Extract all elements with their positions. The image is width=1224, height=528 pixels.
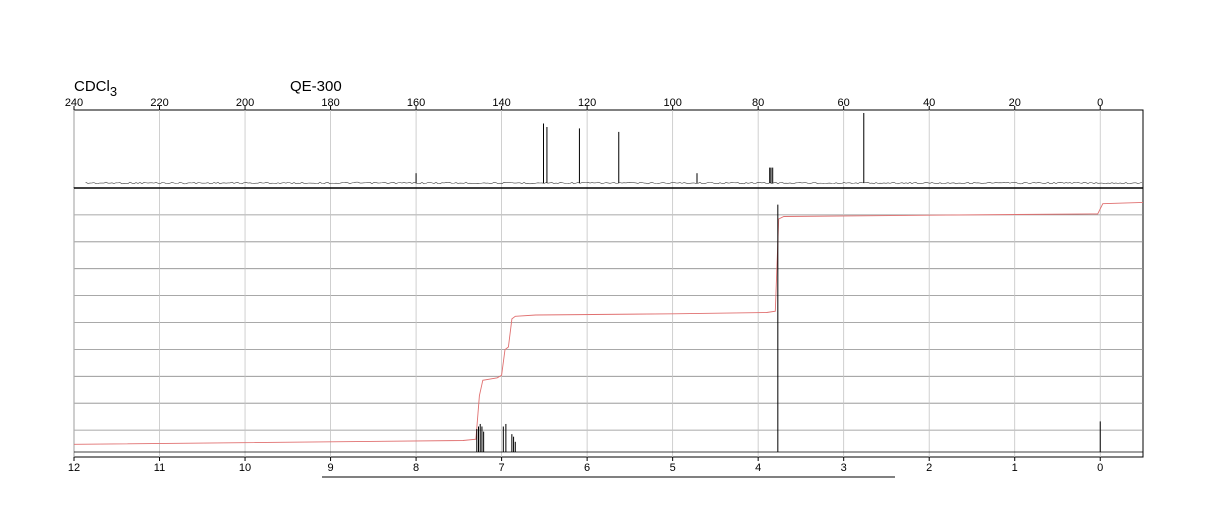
c13-tick-label: 200 — [236, 97, 254, 109]
h1-tick-label: 7 — [499, 462, 505, 474]
h1-tick-label: 2 — [926, 462, 932, 474]
h1-integral-curve — [73, 201, 1144, 445]
c13-tick-label: 220 — [150, 97, 168, 109]
c13-tick-label: 120 — [578, 97, 596, 109]
c13-tick-label: 40 — [923, 97, 935, 109]
h1-tick-label: 0 — [1097, 462, 1103, 474]
h1-tick-label: 10 — [239, 462, 251, 474]
c13-tick-label: 60 — [838, 97, 850, 109]
c13-tick-label: 80 — [752, 97, 764, 109]
h1-tick-label: 1 — [1012, 462, 1018, 474]
c13-tick-label: 140 — [492, 97, 510, 109]
h1-tick-label: 8 — [413, 462, 419, 474]
c13-tick-label: 100 — [663, 97, 681, 109]
c13-spectrum-panel: 240 220 200 180 160 140 120 100 80 60 40 20 0 — [65, 97, 1144, 189]
c13-baseline — [85, 181, 1143, 185]
c13-tick-label: 20 — [1009, 97, 1021, 109]
h1-tick-label: 12 — [68, 462, 80, 474]
c13-tick-label: 240 — [65, 97, 83, 109]
h1-tick-label: 9 — [327, 462, 333, 474]
c13-tick-label: 160 — [407, 97, 425, 109]
h1-tick-label: 4 — [755, 462, 761, 474]
h1-tick-label: 11 — [154, 462, 165, 474]
h1-tick-label: 3 — [841, 462, 847, 474]
h1-tick-label: 6 — [584, 462, 590, 474]
c13-plot-frame — [73, 109, 1144, 189]
h1-spectrum-panel: 12 11 10 9 8 7 6 5 4 3 2 1 0 — [68, 187, 1144, 478]
c13-tick-label: 180 — [321, 97, 339, 109]
c13-tick-label: 0 — [1097, 97, 1103, 109]
h1-tick-label: 5 — [670, 462, 676, 474]
nmr-spectra-figure: 240 220 200 180 160 140 120 100 80 60 40 20 0 12 11 10… — [65, 97, 1144, 478]
